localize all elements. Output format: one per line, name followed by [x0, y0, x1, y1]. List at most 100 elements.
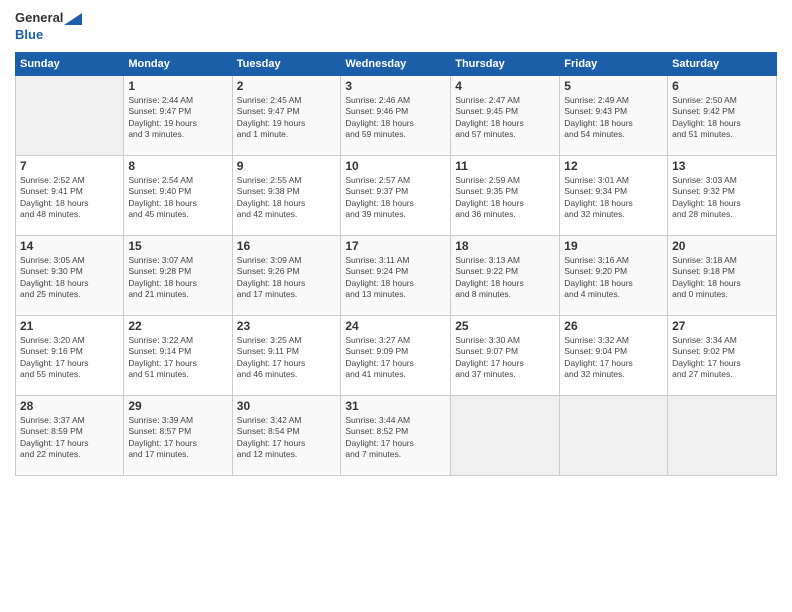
day-number: 11 [455, 159, 555, 173]
calendar-cell [16, 75, 124, 155]
calendar-cell: 26 Sunrise: 3:32 AM Sunset: 9:04 PM Dayli… [560, 315, 668, 395]
day-info: Sunrise: 3:18 AM Sunset: 9:18 PM Dayligh… [672, 255, 772, 301]
day-number: 24 [345, 319, 446, 333]
logo-text: General Blue [15, 10, 82, 44]
header-tuesday: Tuesday [232, 52, 341, 75]
calendar-cell: 12Sunrise: 3:01 AM Sunset: 9:34 PM Dayli… [560, 155, 668, 235]
calendar-cell: 18 Sunrise: 3:13 AM Sunset: 9:22 PM Dayli… [451, 235, 560, 315]
calendar-week-row: 7Sunrise: 2:52 AM Sunset: 9:41 PM Daylig… [16, 155, 777, 235]
day-info: Sunrise: 3:39 AM Sunset: 8:57 PM Dayligh… [128, 415, 227, 461]
calendar-cell: 10 Sunrise: 2:57 AM Sunset: 9:37 PM Dayli… [341, 155, 451, 235]
logo-general: General [15, 10, 63, 25]
day-info: Sunrise: 3:03 AM Sunset: 9:32 PM Dayligh… [672, 175, 772, 221]
header: General Blue [15, 10, 777, 44]
day-info: Sunrise: 3:05 AM Sunset: 9:30 PM Dayligh… [20, 255, 119, 301]
day-info: Sunrise: 3:27 AM Sunset: 9:09 PM Dayligh… [345, 335, 446, 381]
day-info: Sunrise: 2:50 AM Sunset: 9:42 PM Dayligh… [672, 95, 772, 141]
calendar-week-row: 28 Sunrise: 3:37 AM Sunset: 8:59 PM Dayli… [16, 395, 777, 475]
calendar-header-row: SundayMondayTuesdayWednesdayThursdayFrid… [16, 52, 777, 75]
calendar-cell: 7Sunrise: 2:52 AM Sunset: 9:41 PM Daylig… [16, 155, 124, 235]
day-info: Sunrise: 2:47 AM Sunset: 9:45 PM Dayligh… [455, 95, 555, 141]
calendar-cell: 15 Sunrise: 3:07 AM Sunset: 9:28 PM Dayli… [124, 235, 232, 315]
day-number: 2 [237, 79, 337, 93]
day-info: Sunrise: 3:16 AM Sunset: 9:20 PM Dayligh… [564, 255, 663, 301]
day-number: 20 [672, 239, 772, 253]
header-sunday: Sunday [16, 52, 124, 75]
header-thursday: Thursday [451, 52, 560, 75]
calendar-cell: 23Sunrise: 3:25 AM Sunset: 9:11 PM Dayli… [232, 315, 341, 395]
day-number: 6 [672, 79, 772, 93]
day-number: 4 [455, 79, 555, 93]
day-info: Sunrise: 2:44 AM Sunset: 9:47 PM Dayligh… [128, 95, 227, 141]
day-number: 13 [672, 159, 772, 173]
calendar-cell [668, 395, 777, 475]
day-number: 21 [20, 319, 119, 333]
day-number: 26 [564, 319, 663, 333]
calendar-cell: 17Sunrise: 3:11 AM Sunset: 9:24 PM Dayli… [341, 235, 451, 315]
calendar-cell: 29 Sunrise: 3:39 AM Sunset: 8:57 PM Dayli… [124, 395, 232, 475]
header-wednesday: Wednesday [341, 52, 451, 75]
calendar-cell: 27 Sunrise: 3:34 AM Sunset: 9:02 PM Dayli… [668, 315, 777, 395]
day-info: Sunrise: 3:09 AM Sunset: 9:26 PM Dayligh… [237, 255, 337, 301]
day-info: Sunrise: 3:34 AM Sunset: 9:02 PM Dayligh… [672, 335, 772, 381]
calendar-cell: 20 Sunrise: 3:18 AM Sunset: 9:18 PM Dayli… [668, 235, 777, 315]
day-info: Sunrise: 3:07 AM Sunset: 9:28 PM Dayligh… [128, 255, 227, 301]
day-info: Sunrise: 3:11 AM Sunset: 9:24 PM Dayligh… [345, 255, 446, 301]
page: General Blue SundayMondayTuesdayWednesda… [0, 0, 792, 612]
day-number: 7 [20, 159, 119, 173]
day-number: 28 [20, 399, 119, 413]
day-info: Sunrise: 3:32 AM Sunset: 9:04 PM Dayligh… [564, 335, 663, 381]
day-info: Sunrise: 2:54 AM Sunset: 9:40 PM Dayligh… [128, 175, 227, 221]
calendar-cell: 5 Sunrise: 2:49 AM Sunset: 9:43 PM Daylig… [560, 75, 668, 155]
day-info: Sunrise: 2:59 AM Sunset: 9:35 PM Dayligh… [455, 175, 555, 221]
day-info: Sunrise: 3:37 AM Sunset: 8:59 PM Dayligh… [20, 415, 119, 461]
calendar-cell: 3 Sunrise: 2:46 AM Sunset: 9:46 PM Daylig… [341, 75, 451, 155]
calendar-cell: 16Sunrise: 3:09 AM Sunset: 9:26 PM Dayli… [232, 235, 341, 315]
logo: General Blue [15, 10, 82, 44]
calendar-cell: 19Sunrise: 3:16 AM Sunset: 9:20 PM Dayli… [560, 235, 668, 315]
day-number: 27 [672, 319, 772, 333]
header-saturday: Saturday [668, 52, 777, 75]
calendar-cell: 21 Sunrise: 3:20 AM Sunset: 9:16 PM Dayli… [16, 315, 124, 395]
calendar-cell: 2 Sunrise: 2:45 AM Sunset: 9:47 PM Daylig… [232, 75, 341, 155]
day-number: 9 [237, 159, 337, 173]
day-number: 3 [345, 79, 446, 93]
day-number: 30 [237, 399, 337, 413]
day-number: 18 [455, 239, 555, 253]
day-info: Sunrise: 3:25 AM Sunset: 9:11 PM Dayligh… [237, 335, 337, 381]
calendar-cell: 30 Sunrise: 3:42 AM Sunset: 8:54 PM Dayli… [232, 395, 341, 475]
calendar-cell: 22Sunrise: 3:22 AM Sunset: 9:14 PM Dayli… [124, 315, 232, 395]
day-number: 8 [128, 159, 227, 173]
day-number: 22 [128, 319, 227, 333]
day-number: 1 [128, 79, 227, 93]
day-info: Sunrise: 3:01 AM Sunset: 9:34 PM Dayligh… [564, 175, 663, 221]
header-friday: Friday [560, 52, 668, 75]
day-number: 10 [345, 159, 446, 173]
calendar-cell: 9Sunrise: 2:55 AM Sunset: 9:38 PM Daylig… [232, 155, 341, 235]
calendar-cell: 14Sunrise: 3:05 AM Sunset: 9:30 PM Dayli… [16, 235, 124, 315]
calendar-cell: 28 Sunrise: 3:37 AM Sunset: 8:59 PM Dayli… [16, 395, 124, 475]
day-info: Sunrise: 2:46 AM Sunset: 9:46 PM Dayligh… [345, 95, 446, 141]
calendar-cell: 11 Sunrise: 2:59 AM Sunset: 9:35 PM Dayli… [451, 155, 560, 235]
day-info: Sunrise: 3:13 AM Sunset: 9:22 PM Dayligh… [455, 255, 555, 301]
calendar-cell [560, 395, 668, 475]
day-number: 5 [564, 79, 663, 93]
calendar-week-row: 1 Sunrise: 2:44 AM Sunset: 9:47 PM Daylig… [16, 75, 777, 155]
calendar-cell: 1 Sunrise: 2:44 AM Sunset: 9:47 PM Daylig… [124, 75, 232, 155]
day-info: Sunrise: 3:20 AM Sunset: 9:16 PM Dayligh… [20, 335, 119, 381]
logo-blue: Blue [15, 27, 43, 42]
calendar-cell: 31Sunrise: 3:44 AM Sunset: 8:52 PM Dayli… [341, 395, 451, 475]
day-number: 29 [128, 399, 227, 413]
calendar-cell: 8 Sunrise: 2:54 AM Sunset: 9:40 PM Daylig… [124, 155, 232, 235]
day-number: 31 [345, 399, 446, 413]
calendar-week-row: 14Sunrise: 3:05 AM Sunset: 9:30 PM Dayli… [16, 235, 777, 315]
calendar-cell: 6 Sunrise: 2:50 AM Sunset: 9:42 PM Daylig… [668, 75, 777, 155]
day-info: Sunrise: 2:49 AM Sunset: 9:43 PM Dayligh… [564, 95, 663, 141]
day-info: Sunrise: 2:45 AM Sunset: 9:47 PM Dayligh… [237, 95, 337, 141]
day-info: Sunrise: 3:30 AM Sunset: 9:07 PM Dayligh… [455, 335, 555, 381]
day-info: Sunrise: 3:42 AM Sunset: 8:54 PM Dayligh… [237, 415, 337, 461]
day-info: Sunrise: 2:57 AM Sunset: 9:37 PM Dayligh… [345, 175, 446, 221]
calendar-cell: 25Sunrise: 3:30 AM Sunset: 9:07 PM Dayli… [451, 315, 560, 395]
day-number: 15 [128, 239, 227, 253]
calendar-cell [451, 395, 560, 475]
